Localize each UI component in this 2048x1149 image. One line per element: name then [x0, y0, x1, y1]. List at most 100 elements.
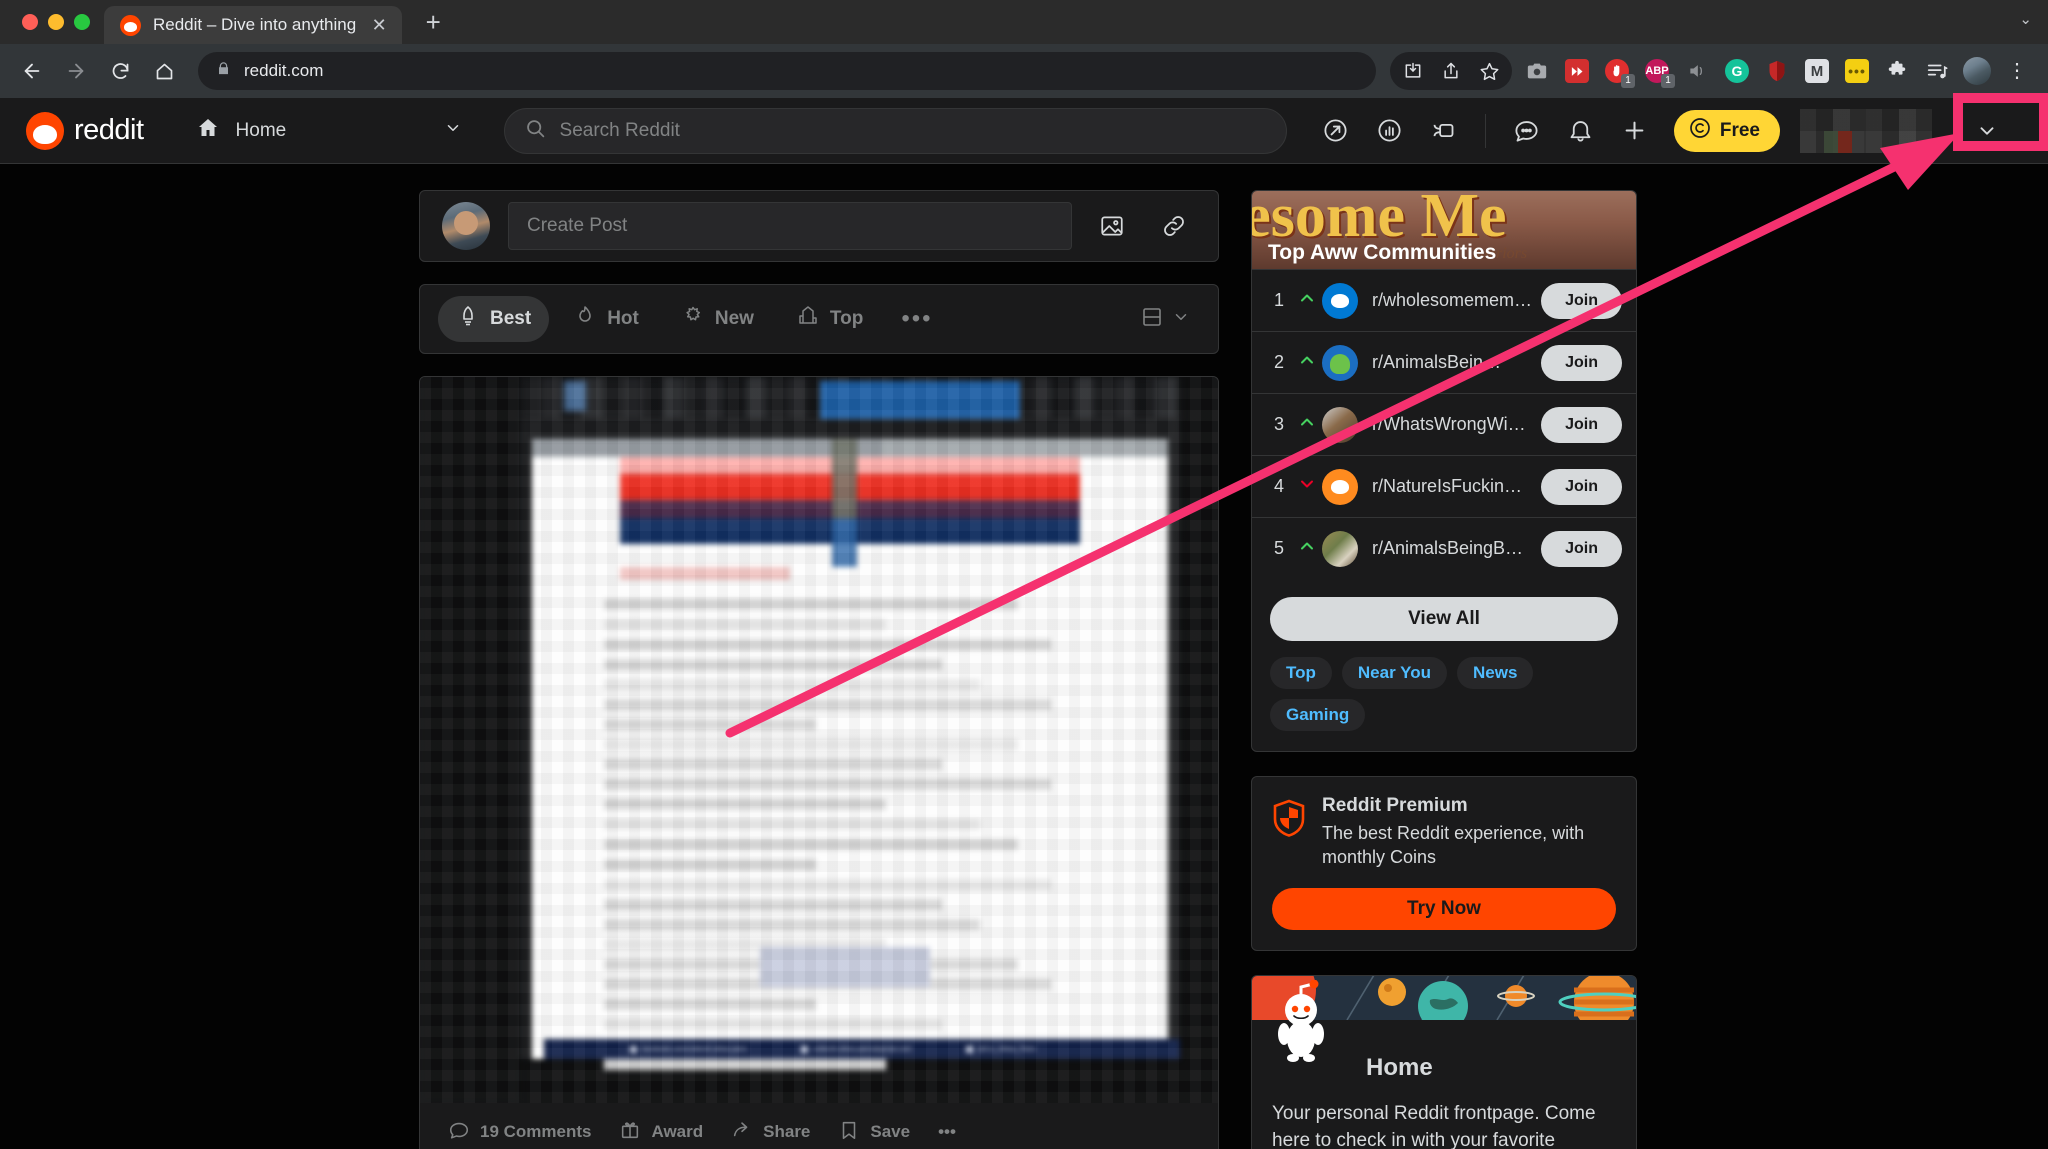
chip-near-you[interactable]: Near You: [1341, 657, 1447, 689]
top-communities-card: lesome Me interiors Top Aww Communities …: [1251, 190, 1637, 752]
popular-trending-icon[interactable]: [1311, 106, 1361, 156]
join-button[interactable]: Join: [1541, 468, 1622, 505]
create-post-plus-icon[interactable]: [1610, 106, 1660, 156]
reddit-logo[interactable]: reddit: [26, 111, 144, 150]
community-name: r/AnimalsBeingB…: [1372, 538, 1524, 558]
more-sort-options-icon[interactable]: •••: [887, 307, 946, 331]
reddit-premium-card: Reddit Premium The best Reddit experienc…: [1251, 776, 1637, 951]
forward-icon[interactable]: [56, 51, 96, 91]
table-row[interactable]: 5 r/AnimalsBeingB… Join: [1252, 517, 1636, 579]
grammarly-icon[interactable]: G: [1718, 52, 1756, 90]
chevron-down-icon[interactable]: ⌄: [2019, 10, 2032, 28]
reddit-talk-icon[interactable]: [1419, 106, 1469, 156]
link-icon[interactable]: [1152, 204, 1196, 248]
table-row[interactable]: 2 r/AnimalsBein… Join: [1252, 331, 1636, 393]
premium-shield-icon: [1272, 799, 1306, 837]
list-item: @Co_Ultras_Paris: [965, 1045, 1036, 1053]
reddit-live-icon[interactable]: [1365, 106, 1415, 156]
chart-icon: [796, 304, 820, 334]
comments-button[interactable]: 19 Comments: [434, 1111, 605, 1149]
table-row[interactable]: 1 r/wholesomememe… Join: [1252, 269, 1636, 331]
community-name: r/AnimalsBein…: [1372, 352, 1502, 372]
chat-icon[interactable]: [1502, 106, 1552, 156]
comments-label: 19 Comments: [480, 1122, 592, 1141]
award-label: Award: [651, 1122, 704, 1141]
feed-layout-toggle[interactable]: [1140, 305, 1200, 334]
reddit-coins-free-button[interactable]: Free: [1673, 109, 1780, 152]
share-button[interactable]: Share: [717, 1111, 824, 1149]
twitter-icon: [965, 1045, 973, 1053]
rank: 1: [1273, 290, 1284, 310]
screenshot-camera-icon[interactable]: [1518, 52, 1556, 90]
page-title: Top Aww Communities: [1268, 241, 1497, 264]
community-name: r/NatureIsFuckin…: [1372, 476, 1523, 496]
speaker-icon[interactable]: [1678, 52, 1716, 90]
minimize-window-button[interactable]: [48, 14, 64, 30]
tab-hot[interactable]: Hot: [555, 296, 657, 342]
trend-up-icon: [1292, 536, 1322, 561]
shield-icon[interactable]: [1758, 52, 1796, 90]
tab-top-label: Top: [829, 308, 864, 329]
join-button[interactable]: Join: [1541, 282, 1622, 319]
join-button[interactable]: Join: [1541, 344, 1622, 381]
notifications-bell-icon[interactable]: [1556, 106, 1606, 156]
award-button[interactable]: Award: [605, 1111, 717, 1149]
abp-badge-count: 1: [1661, 74, 1675, 88]
tab-new-label: New: [714, 308, 754, 329]
chip-top[interactable]: Top: [1270, 657, 1332, 689]
browser-window: Reddit – Dive into anything ✕ + ⌄ reddit…: [0, 0, 2048, 1149]
user-account-redacted[interactable]: [1800, 108, 1932, 153]
reading-list-icon[interactable]: [1918, 52, 1956, 90]
address-bar[interactable]: reddit.com: [198, 52, 1376, 90]
profile-avatar-icon[interactable]: [1958, 52, 1996, 90]
abp-icon[interactable]: ABP 1: [1638, 52, 1676, 90]
community-name: r/WhatsWrongWi…: [1372, 414, 1526, 434]
browser-tab[interactable]: Reddit – Dive into anything ✕: [104, 6, 403, 44]
install-app-icon[interactable]: [1394, 52, 1432, 90]
table-row[interactable]: 3 r/WhatsWrongWi… Join: [1252, 393, 1636, 455]
card-view-icon: [1140, 305, 1164, 334]
avatar[interactable]: [442, 202, 490, 250]
puzzle-extensions-icon[interactable]: [1878, 52, 1916, 90]
header-divider: [1484, 113, 1486, 148]
chip-news[interactable]: News: [1456, 657, 1534, 689]
join-button[interactable]: Join: [1541, 530, 1622, 567]
dots-extension-icon[interactable]: •••: [1838, 52, 1876, 90]
post-image[interactable]: facebook.com/collectif.ultras.paris coll…: [420, 377, 1218, 1103]
share-icon[interactable]: [1432, 52, 1470, 90]
adblock-hand-icon[interactable]: 1: [1598, 52, 1636, 90]
create-post-input[interactable]: Create Post: [508, 202, 1072, 250]
tab-best[interactable]: Best: [438, 296, 550, 342]
tab-strip: Reddit – Dive into anything ✕ + ⌄: [0, 0, 2048, 44]
join-button[interactable]: Join: [1541, 406, 1622, 443]
community-dropdown[interactable]: Home: [184, 109, 474, 153]
tab-title: Reddit – Dive into anything: [153, 15, 357, 34]
trend-up-icon: [1292, 350, 1322, 375]
close-window-button[interactable]: [22, 14, 38, 30]
community-avatar: [1322, 344, 1358, 381]
user-menu-chevron-button[interactable]: [1952, 108, 2022, 153]
image-icon[interactable]: [1090, 204, 1134, 248]
page-content: Create Post Best Hot New Top ••• faceboo…: [0, 164, 2048, 1149]
flame-icon: [573, 304, 597, 334]
reload-icon[interactable]: [100, 51, 140, 91]
tab-new[interactable]: New: [663, 296, 772, 342]
chrome-menu-icon[interactable]: ⋮: [1998, 52, 2036, 90]
post-more-button[interactable]: •••: [924, 1111, 970, 1149]
try-now-button[interactable]: Try Now: [1272, 887, 1616, 930]
facebook-icon: [630, 1045, 637, 1053]
table-row[interactable]: 4 r/NatureIsFuckin… Join: [1252, 455, 1636, 517]
search-input[interactable]: Search Reddit: [503, 107, 1287, 154]
maximize-window-button[interactable]: [74, 14, 90, 30]
back-icon[interactable]: [12, 51, 52, 91]
mailtrack-icon[interactable]: M: [1798, 52, 1836, 90]
tab-top[interactable]: Top: [778, 296, 881, 342]
bookmark-star-icon[interactable]: [1470, 52, 1508, 90]
home-icon[interactable]: [144, 51, 184, 91]
save-button[interactable]: Save: [824, 1111, 924, 1149]
chip-gaming[interactable]: Gaming: [1270, 699, 1366, 731]
close-icon[interactable]: ✕: [368, 14, 390, 36]
fast-forward-icon[interactable]: [1558, 52, 1596, 90]
view-all-button[interactable]: View All: [1270, 597, 1618, 641]
new-tab-button[interactable]: +: [416, 7, 450, 41]
